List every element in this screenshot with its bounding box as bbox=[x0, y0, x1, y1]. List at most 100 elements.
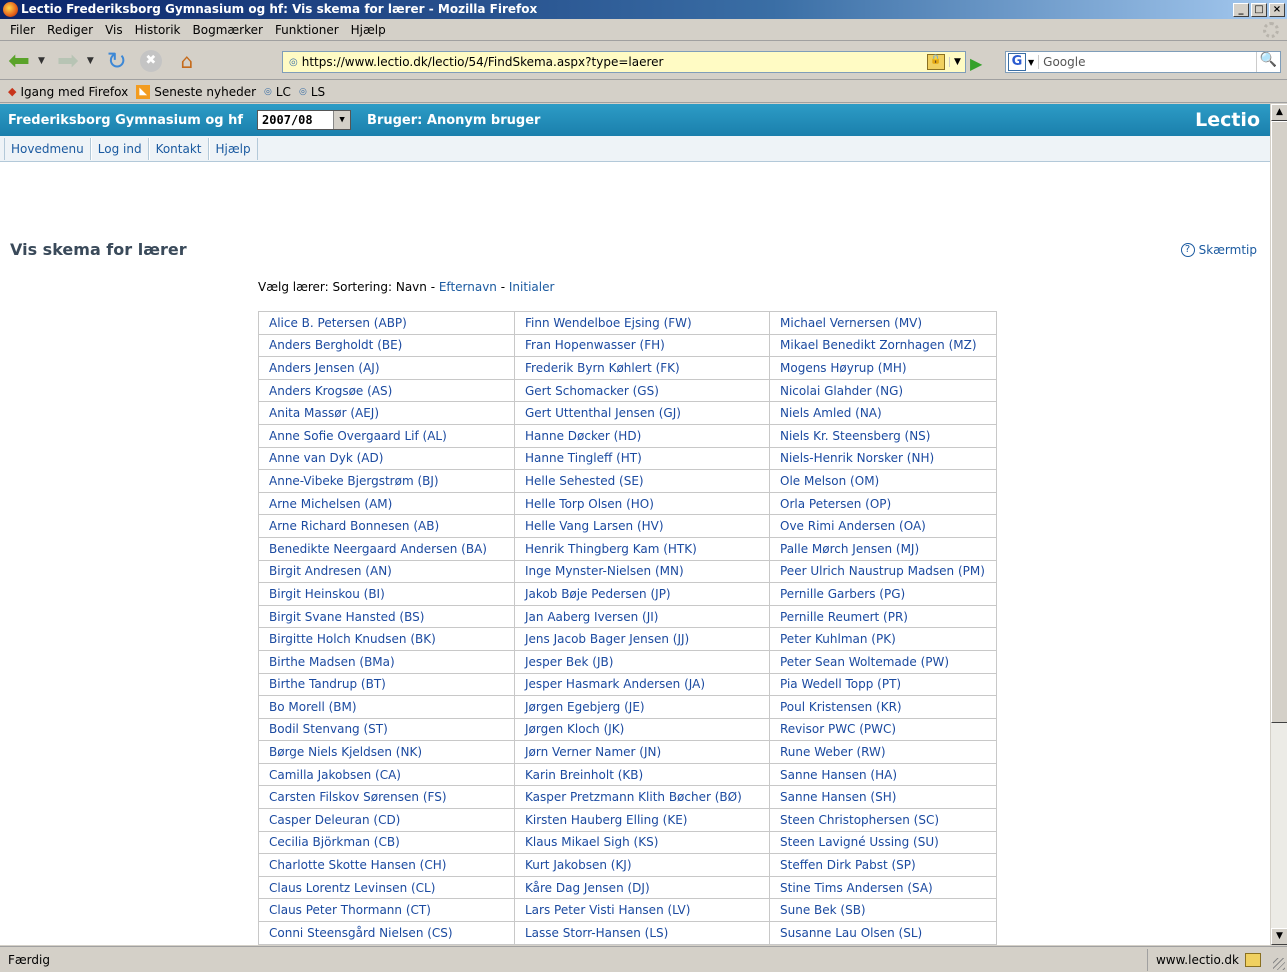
chevron-down-icon[interactable]: ▼ bbox=[333, 111, 351, 129]
bookmark-ls[interactable]: ◎ LS bbox=[299, 85, 325, 99]
teacher-link[interactable]: Claus Peter Thormann (CT) bbox=[258, 898, 515, 923]
menu-vis[interactable]: Vis bbox=[99, 23, 129, 37]
bookmark-seneste-nyheder[interactable]: ◣ Seneste nyheder bbox=[136, 84, 256, 99]
teacher-link[interactable]: Anders Krogsøe (AS) bbox=[258, 378, 515, 403]
teacher-link[interactable]: Inge Mynster-Nielsen (MN) bbox=[514, 559, 770, 584]
scrollbar-thumb[interactable] bbox=[1271, 121, 1287, 723]
teacher-link[interactable]: Palle Mørch Jensen (MJ) bbox=[769, 536, 997, 561]
teacher-link[interactable]: Jens Jacob Bager Jensen (JJ) bbox=[514, 627, 770, 651]
school-name[interactable]: Frederiksborg Gymnasium og hf bbox=[0, 113, 243, 128]
url-history-dropdown-icon[interactable]: ▼ bbox=[949, 57, 965, 67]
go-arrow-icon[interactable]: ▶ bbox=[970, 54, 982, 73]
teacher-link[interactable]: Revisor PWC (PWC) bbox=[769, 717, 997, 742]
teacher-link[interactable]: Pernille Reumert (PR) bbox=[769, 604, 997, 629]
teacher-link[interactable]: Ole Melson (OM) bbox=[769, 469, 997, 493]
teacher-link[interactable]: Gert Uttenthal Jensen (GJ) bbox=[514, 401, 770, 425]
teacher-link[interactable]: Niels Kr. Steensberg (NS) bbox=[769, 423, 997, 448]
teacher-link[interactable]: Lasse Storr-Hansen (LS) bbox=[514, 921, 770, 945]
teacher-link[interactable]: Rune Weber (RW) bbox=[769, 740, 997, 764]
search-icon[interactable]: 🔍 bbox=[1256, 52, 1280, 72]
teacher-link[interactable]: Klaus Mikael Sigh (KS) bbox=[514, 830, 770, 855]
teacher-link[interactable]: Kirsten Hauberg Elling (KE) bbox=[514, 808, 770, 832]
url-bar[interactable]: ◎ https://www.lectio.dk/lectio/54/FindSk… bbox=[282, 51, 966, 73]
teacher-link[interactable]: Gert Schomacker (GS) bbox=[514, 378, 770, 403]
teacher-link[interactable]: Niels Amled (NA) bbox=[769, 401, 997, 425]
menu-filer[interactable]: Filer bbox=[4, 23, 41, 37]
teacher-link[interactable]: Birgit Svane Hansted (BS) bbox=[258, 604, 515, 629]
back-arrow-icon[interactable]: ⬅ bbox=[4, 46, 34, 76]
bookmark-lc[interactable]: ◎ LC bbox=[264, 85, 291, 99]
teacher-link[interactable]: Orla Petersen (OP) bbox=[769, 491, 997, 516]
teacher-link[interactable]: Helle Vang Larsen (HV) bbox=[514, 514, 770, 538]
teacher-link[interactable]: Steen Lavigné Ussing (SU) bbox=[769, 830, 997, 855]
google-engine-icon[interactable]: G bbox=[1008, 53, 1026, 71]
teacher-link[interactable]: Kurt Jakobsen (KJ) bbox=[514, 853, 770, 877]
teacher-link[interactable]: Hanne Døcker (HD) bbox=[514, 423, 770, 448]
sort-initialer-link[interactable]: Initialer bbox=[509, 280, 555, 294]
teacher-link[interactable]: Sanne Hansen (SH) bbox=[769, 785, 997, 810]
teacher-link[interactable]: Camilla Jakobsen (CA) bbox=[258, 762, 515, 787]
teacher-link[interactable]: Anders Bergholdt (BE) bbox=[258, 333, 515, 358]
teacher-link[interactable]: Arne Richard Bonnesen (AB) bbox=[258, 514, 515, 538]
teacher-link[interactable]: Birgitte Holch Knudsen (BK) bbox=[258, 627, 515, 651]
teacher-link[interactable]: Arne Michelsen (AM) bbox=[258, 491, 515, 516]
teacher-link[interactable]: Ove Rimi Andersen (OA) bbox=[769, 514, 997, 538]
teacher-link[interactable]: Anne van Dyk (AD) bbox=[258, 446, 515, 471]
teacher-link[interactable]: Peter Kuhlman (PK) bbox=[769, 627, 997, 651]
teacher-link[interactable]: Niels-Henrik Norsker (NH) bbox=[769, 446, 997, 471]
bookmark-igang-med-firefox[interactable]: ◆ Igang med Firefox bbox=[8, 85, 128, 99]
teacher-link[interactable]: Børge Niels Kjeldsen (NK) bbox=[258, 740, 515, 764]
menu-bogmaerker[interactable]: Bogmærker bbox=[187, 23, 269, 37]
forward-arrow-icon[interactable]: ➡ bbox=[53, 46, 83, 76]
teacher-link[interactable]: Jørn Verner Namer (JN) bbox=[514, 740, 770, 764]
teacher-link[interactable]: Hanne Tingleff (HT) bbox=[514, 446, 770, 471]
sort-efternavn-link[interactable]: Efternavn bbox=[439, 280, 497, 294]
teacher-link[interactable]: Benedikte Neergaard Andersen (BA) bbox=[258, 536, 515, 561]
teacher-link[interactable]: Kasper Pretzmann Klith Bøcher (BØ) bbox=[514, 785, 770, 810]
teacher-link[interactable]: Anita Massør (AEJ) bbox=[258, 401, 515, 425]
search-input[interactable]: Google bbox=[1038, 55, 1256, 69]
teacher-link[interactable]: Anne-Vibeke Bjergstrøm (BJ) bbox=[258, 469, 515, 493]
tab-log-ind[interactable]: Log ind bbox=[90, 137, 149, 160]
teacher-link[interactable]: Fran Hopenwasser (FH) bbox=[514, 333, 770, 358]
forward-history-dropdown-icon[interactable]: ▼ bbox=[87, 56, 94, 66]
teacher-link[interactable]: Michael Vernersen (MV) bbox=[769, 311, 997, 335]
teacher-link[interactable]: Birgit Andresen (AN) bbox=[258, 559, 515, 584]
teacher-link[interactable]: Pernille Garbers (PG) bbox=[769, 582, 997, 606]
teacher-link[interactable]: Peter Sean Woltemade (PW) bbox=[769, 649, 997, 674]
teacher-link[interactable]: Stine Tims Andersen (SA) bbox=[769, 875, 997, 900]
teacher-link[interactable]: Anne Sofie Overgaard Lif (AL) bbox=[258, 423, 515, 448]
teacher-link[interactable]: Karin Breinholt (KB) bbox=[514, 762, 770, 787]
teacher-link[interactable]: Claus Lorentz Levinsen (CL) bbox=[258, 875, 515, 900]
teacher-link[interactable]: Cecilia Björkman (CB) bbox=[258, 830, 515, 855]
teacher-link[interactable]: Jørgen Egebjerg (JE) bbox=[514, 695, 770, 719]
teacher-link[interactable]: Pia Wedell Topp (PT) bbox=[769, 672, 997, 697]
stop-icon[interactable]: ✖ bbox=[139, 49, 162, 72]
padlock-icon[interactable] bbox=[1245, 952, 1261, 967]
tab-hjaelp[interactable]: Hjælp bbox=[208, 137, 258, 160]
resize-grip-icon[interactable] bbox=[1273, 958, 1285, 970]
close-button[interactable]: × bbox=[1269, 2, 1285, 17]
teacher-link[interactable]: Jan Aaberg Iversen (JI) bbox=[514, 604, 770, 629]
teacher-link[interactable]: Helle Sehested (SE) bbox=[514, 469, 770, 493]
teacher-link[interactable]: Conni Steensgård Nielsen (CS) bbox=[258, 921, 515, 945]
teacher-link[interactable]: Helle Torp Olsen (HO) bbox=[514, 491, 770, 516]
search-bar[interactable]: G ▼ Google 🔍 bbox=[1005, 51, 1281, 73]
scroll-down-icon[interactable]: ▼ bbox=[1271, 928, 1287, 945]
teacher-link[interactable]: Bo Morell (BM) bbox=[258, 695, 515, 719]
teacher-link[interactable]: Susanne Lau Olsen (SL) bbox=[769, 921, 997, 945]
teacher-link[interactable]: Poul Kristensen (KR) bbox=[769, 695, 997, 719]
teacher-link[interactable]: Sune Bek (SB) bbox=[769, 898, 997, 923]
teacher-link[interactable]: Steen Christophersen (SC) bbox=[769, 808, 997, 832]
home-icon[interactable]: ⌂ bbox=[172, 46, 202, 76]
teacher-link[interactable]: Birthe Madsen (BMa) bbox=[258, 649, 515, 674]
tab-kontakt[interactable]: Kontakt bbox=[148, 137, 209, 160]
teacher-link[interactable]: Jesper Hasmark Andersen (JA) bbox=[514, 672, 770, 697]
teacher-link[interactable]: Frederik Byrn Køhlert (FK) bbox=[514, 356, 770, 380]
teacher-link[interactable]: Birgit Heinskou (BI) bbox=[258, 582, 515, 606]
teacher-link[interactable]: Mogens Høyrup (MH) bbox=[769, 356, 997, 380]
teacher-link[interactable]: Jesper Bek (JB) bbox=[514, 649, 770, 674]
scroll-up-icon[interactable]: ▲ bbox=[1271, 104, 1287, 121]
teacher-link[interactable]: Steffen Dirk Pabst (SP) bbox=[769, 853, 997, 877]
teacher-link[interactable]: Lars Peter Visti Hansen (LV) bbox=[514, 898, 770, 923]
